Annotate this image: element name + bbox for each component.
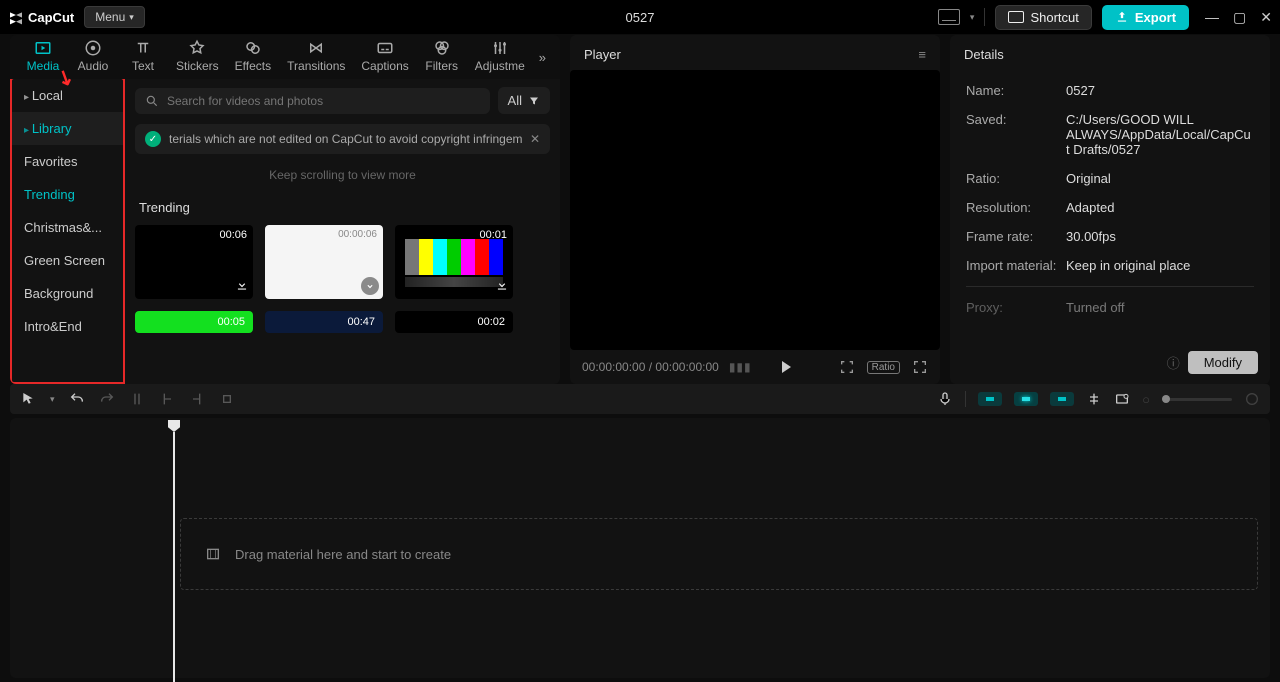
play-button[interactable] — [782, 361, 791, 373]
player-title: Player — [584, 47, 621, 62]
minimize-button[interactable]: — — [1205, 9, 1219, 26]
ratio-button[interactable]: Ratio — [867, 361, 900, 374]
shortcut-button[interactable]: Shortcut — [995, 5, 1091, 30]
detail-framerate: 30.00fps — [1066, 229, 1254, 244]
film-icon — [205, 546, 221, 562]
check-icon: ✓ — [145, 131, 161, 147]
tab-transitions[interactable]: Transitions — [279, 35, 353, 79]
clip-thumb[interactable]: 00:02 — [395, 311, 513, 333]
sidebar-green-screen[interactable]: Green Screen — [12, 244, 123, 277]
sidebar-intro-end[interactable]: Intro&End — [12, 310, 123, 343]
player-viewport — [570, 70, 940, 350]
tab-captions[interactable]: Captions — [353, 35, 416, 79]
download-icon[interactable] — [235, 278, 249, 295]
zoom-fit[interactable] — [1244, 391, 1260, 407]
section-title: Trending — [139, 200, 550, 215]
track-mode-1[interactable] — [978, 392, 1002, 406]
scroll-hint: Keep scrolling to view more — [135, 154, 550, 196]
zoom-slider[interactable] — [1162, 398, 1232, 401]
detail-saved: C:/Users/GOOD WILL ALWAYS/AppData/Local/… — [1066, 112, 1254, 157]
detail-ratio: Original — [1066, 171, 1254, 186]
zoom-out[interactable]: ○ — [1142, 392, 1150, 407]
detail-name: 0527 — [1066, 83, 1254, 98]
pointer-dropdown[interactable]: ▾ — [50, 394, 55, 405]
media-tabstrip: ↘ Media Audio Text Stickers Effects Tran… — [10, 35, 560, 79]
clip-thumb[interactable]: 00:01 — [395, 225, 513, 299]
preview-tool[interactable] — [1114, 391, 1130, 407]
app-logo: CapCut — [8, 9, 74, 25]
maximize-button[interactable]: ▢ — [1233, 9, 1246, 26]
tab-filters[interactable]: Filters — [417, 35, 467, 79]
undo-button[interactable] — [69, 391, 85, 407]
clip-thumb[interactable]: 00:47 — [265, 311, 383, 333]
timeline-toolbar: ▾ ○ — [10, 384, 1270, 414]
tabs-overflow[interactable]: » — [533, 44, 552, 71]
close-button[interactable]: ✕ — [1260, 9, 1272, 26]
sidebar-christmas[interactable]: Christmas&... — [12, 211, 123, 244]
clip-thumb[interactable]: 00:00:06 — [265, 225, 383, 299]
trim-right-tool — [189, 391, 205, 407]
align-tool[interactable] — [1086, 391, 1102, 407]
sidebar-favorites[interactable]: Favorites — [12, 145, 123, 178]
redo-button[interactable] — [99, 391, 115, 407]
download-icon[interactable] — [495, 278, 509, 295]
tab-audio[interactable]: Audio — [68, 35, 118, 79]
fullscreen-icon[interactable] — [912, 359, 928, 375]
detail-resolution: Adapted — [1066, 200, 1254, 215]
track-mode-3[interactable] — [1050, 392, 1074, 406]
filter-all-button[interactable]: All — [498, 87, 550, 114]
sidebar-trending[interactable]: Trending — [12, 178, 123, 211]
download-icon[interactable] — [361, 277, 379, 295]
drop-track[interactable]: Drag material here and start to create — [180, 518, 1258, 590]
player-time: 00:00:00:00 / 00:00:00:00 — [582, 360, 719, 374]
copyright-notice: ✓ terials which are not edited on CapCut… — [135, 124, 550, 154]
tab-text[interactable]: Text — [118, 35, 168, 79]
tab-stickers[interactable]: Stickers — [168, 35, 227, 79]
notice-close[interactable]: ✕ — [530, 132, 540, 146]
detail-proxy: Turned off — [1066, 300, 1254, 315]
modify-button[interactable]: Modify — [1188, 351, 1258, 374]
sidebar-background[interactable]: Background — [12, 277, 123, 310]
trim-left-tool — [159, 391, 175, 407]
scan-icon[interactable] — [839, 359, 855, 375]
sidebar-library[interactable]: Library — [12, 112, 123, 145]
track-mode-2[interactable] — [1014, 392, 1038, 406]
details-title: Details — [964, 47, 1004, 62]
project-title: 0527 — [626, 10, 655, 25]
keyboard-icon — [1008, 11, 1024, 23]
delete-tool — [219, 391, 235, 407]
mic-button[interactable] — [937, 391, 953, 407]
info-icon[interactable]: ⓘ — [1167, 353, 1180, 372]
pointer-tool[interactable] — [20, 391, 36, 407]
tab-media[interactable]: Media — [18, 35, 68, 79]
layout-icon[interactable] — [938, 9, 960, 25]
search-icon — [145, 94, 159, 108]
timeline[interactable]: Drag material here and start to create — [10, 418, 1270, 678]
clip-thumb[interactable]: 00:06 — [135, 225, 253, 299]
menu-button[interactable]: Menu▾ — [84, 6, 145, 28]
playhead[interactable] — [168, 420, 180, 682]
clip-thumb[interactable]: 00:05 — [135, 311, 253, 333]
detail-import: Keep in original place — [1066, 258, 1254, 273]
player-menu-icon[interactable]: ≡ — [918, 47, 926, 62]
tab-adjustment[interactable]: Adjustme — [467, 35, 533, 79]
split-tool — [129, 391, 145, 407]
filter-icon — [528, 95, 540, 107]
tab-effects[interactable]: Effects — [227, 35, 279, 79]
export-button[interactable]: Export — [1102, 5, 1189, 30]
media-sidebar: Local Library Favorites Trending Christm… — [10, 79, 125, 384]
search-input[interactable] — [135, 88, 490, 114]
sidebar-local[interactable]: Local — [10, 77, 125, 112]
